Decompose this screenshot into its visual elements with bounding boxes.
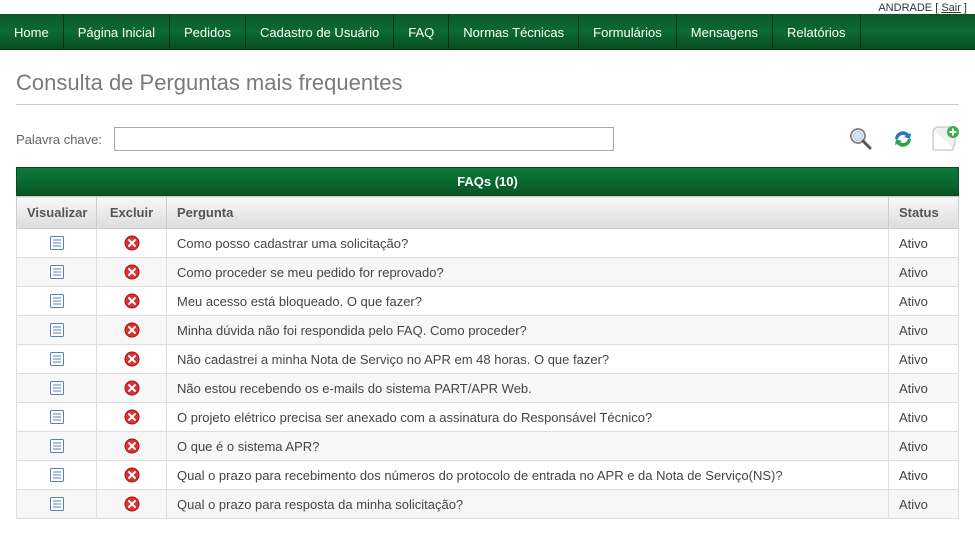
- nav-item-4[interactable]: FAQ: [394, 15, 449, 49]
- col-header-delete: Excluir: [97, 197, 167, 229]
- status-cell: Ativo: [889, 461, 959, 490]
- add-icon[interactable]: [931, 125, 959, 153]
- view-row-icon[interactable]: [17, 490, 97, 519]
- view-row-icon[interactable]: [17, 287, 97, 316]
- view-row-icon[interactable]: [17, 316, 97, 345]
- table-row: Qual o prazo para recebimento dos número…: [17, 461, 959, 490]
- status-cell: Ativo: [889, 345, 959, 374]
- question-cell: Como proceder se meu pedido for reprovad…: [167, 258, 889, 287]
- col-header-question: Pergunta: [167, 197, 889, 229]
- view-row-icon[interactable]: [17, 432, 97, 461]
- nav-item-2[interactable]: Pedidos: [170, 15, 246, 49]
- table-row: Não cadastrei a minha Nota de Serviço no…: [17, 345, 959, 374]
- view-row-icon[interactable]: [17, 258, 97, 287]
- question-cell: Meu acesso está bloqueado. O que fazer?: [167, 287, 889, 316]
- faq-table: Visualizar Excluir Pergunta Status Como …: [16, 196, 959, 519]
- delete-row-icon[interactable]: [97, 316, 167, 345]
- question-cell: Como posso cadastrar uma solicitação?: [167, 229, 889, 258]
- status-cell: Ativo: [889, 432, 959, 461]
- col-header-view: Visualizar: [17, 197, 97, 229]
- delete-row-icon[interactable]: [97, 374, 167, 403]
- question-cell: O projeto elétrico precisa ser anexado c…: [167, 403, 889, 432]
- table-row: Como posso cadastrar uma solicitação?Ati…: [17, 229, 959, 258]
- status-cell: Ativo: [889, 258, 959, 287]
- logout-link[interactable]: Sair: [941, 2, 961, 14]
- delete-row-icon[interactable]: [97, 287, 167, 316]
- user-name: ANDRADE: [878, 2, 932, 14]
- delete-row-icon[interactable]: [97, 432, 167, 461]
- status-cell: Ativo: [889, 490, 959, 519]
- status-cell: Ativo: [889, 287, 959, 316]
- view-row-icon[interactable]: [17, 229, 97, 258]
- search-label: Palavra chave:: [16, 132, 102, 147]
- search-input[interactable]: [114, 127, 614, 151]
- table-row: Não estou recebendo os e-mails do sistem…: [17, 374, 959, 403]
- question-cell: Não estou recebendo os e-mails do sistem…: [167, 374, 889, 403]
- question-cell: Qual o prazo para resposta da minha soli…: [167, 490, 889, 519]
- nav-item-1[interactable]: Página Inicial: [64, 15, 170, 49]
- question-cell: Minha dúvida não foi respondida pelo FAQ…: [167, 316, 889, 345]
- nav-item-6[interactable]: Formulários: [579, 15, 677, 49]
- question-cell: Qual o prazo para recebimento dos número…: [167, 461, 889, 490]
- nav-item-5[interactable]: Normas Técnicas: [449, 15, 579, 49]
- view-row-icon[interactable]: [17, 374, 97, 403]
- table-row: Qual o prazo para resposta da minha soli…: [17, 490, 959, 519]
- delete-row-icon[interactable]: [97, 490, 167, 519]
- question-cell: O que é o sistema APR?: [167, 432, 889, 461]
- page-title: Consulta de Perguntas mais frequentes: [16, 70, 959, 105]
- refresh-icon[interactable]: [889, 125, 917, 153]
- user-bar: ANDRADE [ Sair ]: [0, 0, 975, 14]
- delete-row-icon[interactable]: [97, 403, 167, 432]
- question-cell: Não cadastrei a minha Nota de Serviço no…: [167, 345, 889, 374]
- col-header-status: Status: [889, 197, 959, 229]
- table-row: Meu acesso está bloqueado. O que fazer?A…: [17, 287, 959, 316]
- table-row: Minha dúvida não foi respondida pelo FAQ…: [17, 316, 959, 345]
- nav-item-7[interactable]: Mensagens: [677, 15, 773, 49]
- nav-item-3[interactable]: Cadastro de Usuário: [246, 15, 394, 49]
- status-cell: Ativo: [889, 316, 959, 345]
- status-cell: Ativo: [889, 403, 959, 432]
- main-nav: HomePágina InicialPedidosCadastro de Usu…: [0, 14, 975, 50]
- status-cell: Ativo: [889, 229, 959, 258]
- view-row-icon[interactable]: [17, 403, 97, 432]
- view-row-icon[interactable]: [17, 461, 97, 490]
- table-row: O que é o sistema APR?Ativo: [17, 432, 959, 461]
- delete-row-icon[interactable]: [97, 229, 167, 258]
- table-title: FAQs (10): [16, 167, 959, 196]
- nav-item-8[interactable]: Relatórios: [773, 15, 861, 49]
- nav-item-0[interactable]: Home: [0, 15, 64, 49]
- delete-row-icon[interactable]: [97, 258, 167, 287]
- delete-row-icon[interactable]: [97, 461, 167, 490]
- table-row: Como proceder se meu pedido for reprovad…: [17, 258, 959, 287]
- status-cell: Ativo: [889, 374, 959, 403]
- table-row: O projeto elétrico precisa ser anexado c…: [17, 403, 959, 432]
- delete-row-icon[interactable]: [97, 345, 167, 374]
- view-row-icon[interactable]: [17, 345, 97, 374]
- search-icon[interactable]: [847, 125, 875, 153]
